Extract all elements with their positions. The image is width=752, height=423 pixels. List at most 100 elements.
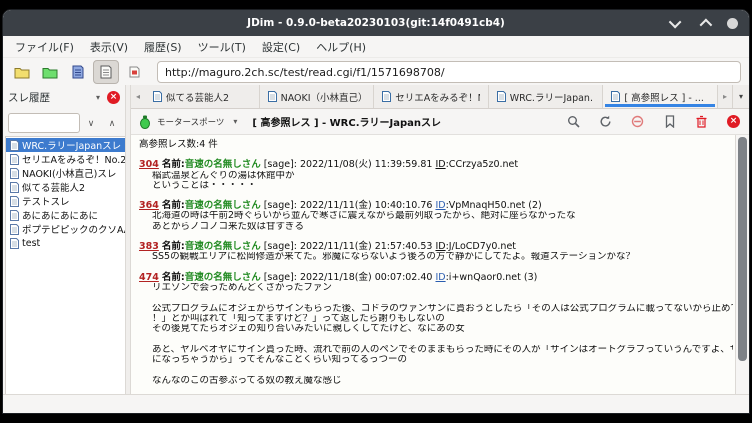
titlebar[interactable]: JDim - 0.9.0-beta20230103(git:14f0491cb4… [3, 10, 749, 36]
post-header: 364 名前:音速の名無しさん [sage]: 2022/11/11(金) 10… [139, 201, 733, 211]
thread-history-label: あにあにあにあに [22, 208, 98, 222]
reload-icon[interactable] [598, 114, 613, 129]
menu-item[interactable]: ファイル(F) [7, 37, 82, 57]
sidebar-close-icon[interactable]: × [107, 91, 120, 104]
post-list: 高参照レス数:4 件 304 名前:音速の名無しさん [sage]: 2022/… [131, 135, 735, 395]
app-window: JDim - 0.9.0-beta20230103(git:14f0491cb4… [3, 10, 749, 413]
tab-label: NAOKI（小林直己）スレ [281, 90, 366, 104]
post-name-label: 名前: [162, 241, 185, 252]
post-line: ということは・・・・・ [139, 181, 733, 191]
post-line [139, 334, 733, 344]
thread-history-label: test [22, 238, 40, 249]
tab-doc-icon [611, 91, 620, 102]
post-line: 公式プログラムにオジェからサインもらった後、コドラのヴァンサンに貰おうとしたら「… [139, 304, 733, 314]
menu-item[interactable]: ヘルプ(H) [308, 37, 374, 57]
favorite-folder-icon[interactable] [37, 60, 63, 84]
tab-strip: 似てる芸能人2 NAOKI（小林直己）スレセリエAをみるぞ！No.24... WRC… [145, 85, 718, 108]
post-name-label: 名前: [162, 200, 185, 211]
post-name-label: 名前: [162, 272, 185, 283]
thread-history-item[interactable]: セリエAをみるぞ！No.244【 [6, 152, 125, 166]
stop-icon[interactable] [630, 114, 645, 129]
tab-scroll-left-icon[interactable]: ◂ [131, 85, 145, 108]
vertical-scrollbar[interactable] [735, 135, 749, 395]
post-line: あと、ヤルベオヤにサイン貰った時、流れで前の人のペンでそのままもらった時にその人… [139, 345, 733, 355]
post-line: ！」とか叫ばれて「知ってますけど？」って返したら謝りもしないの [139, 314, 733, 324]
post-number-link[interactable]: 304 [139, 159, 159, 170]
post-line: なんなのこの古参ぶってる奴の教え魔な感じ [139, 376, 733, 386]
post-author: 音速の名無しさん [185, 200, 261, 211]
thread-doc-icon [10, 140, 19, 151]
maximize-icon[interactable] [697, 16, 711, 30]
thread-history-label: テストスレ [22, 194, 70, 208]
post-id-link[interactable]: ID [435, 272, 445, 283]
thread-tab[interactable]: NAOKI（小林直己）スレ [260, 85, 375, 108]
sidebar-header: スレ履歴 ▾ × [3, 85, 125, 110]
post-author: 音速の名無しさん [185, 159, 261, 170]
sidebar-title: スレ履歴 [8, 90, 89, 105]
post-line: 稲武温泉どんぐりの湯は休館中か [139, 171, 733, 181]
post-id-link: ID [435, 241, 445, 252]
thread-history-item[interactable]: test [6, 236, 125, 250]
sidebar-dropdown-icon[interactable]: ▾ [93, 93, 103, 102]
image-view-icon[interactable] [121, 60, 147, 84]
thread-tab[interactable]: 似てる芸能人2 [145, 85, 260, 108]
thread-tab[interactable]: WRC.ラリーJapan... [489, 85, 604, 108]
post-header: 383 名前:音速の名無しさん [sage]: 2022/11/11(金) 21… [139, 242, 733, 252]
post-line [139, 293, 733, 303]
search-next-icon[interactable]: ∨ [81, 113, 101, 133]
bookmark-icon[interactable] [662, 114, 677, 129]
thread-list-icon[interactable] [65, 60, 91, 84]
search-prev-icon[interactable]: ∧ [102, 113, 122, 133]
result-count: 高参照レス数:4 件 [139, 140, 733, 150]
thread-history-label: WRC.ラリーJapanスレ [22, 138, 121, 152]
menu-item[interactable]: 表示(V) [82, 37, 136, 57]
post-number-link[interactable]: 383 [139, 241, 159, 252]
thread-history-item[interactable]: あにあにあにあに [6, 208, 125, 222]
menu-item[interactable]: 履歴(S) [136, 37, 190, 57]
board-dropdown-icon[interactable]: ▾ [230, 117, 240, 126]
thread-history-label: 似てる芸能人2 [22, 180, 85, 194]
tab-doc-icon [382, 91, 391, 102]
sidebar: スレ履歴 ▾ × ∨ ∧ WRC.ラリーJapanスレセリエAをみるぞ！No.2… [3, 85, 125, 395]
close-window-icon[interactable] [725, 16, 739, 30]
board-list-folder-icon[interactable] [9, 60, 35, 84]
menu-item[interactable]: ツール(T) [190, 37, 254, 57]
thread-history-item[interactable]: WRC.ラリーJapanスレ [6, 138, 125, 152]
close-icon[interactable]: × [726, 114, 741, 129]
menu-item[interactable]: 設定(C) [254, 37, 308, 57]
sidebar-search: ∨ ∧ [3, 110, 125, 136]
thread-doc-icon [10, 238, 19, 249]
post-header: 474 名前:音速の名無しさん [sage]: 2022/11/18(金) 00… [139, 273, 733, 283]
tab-label: WRC.ラリーJapan... [510, 90, 595, 104]
url-bar[interactable] [157, 61, 741, 83]
tab-bar: ◂ 似てる芸能人2 NAOKI（小林直己）スレセリエAをみるぞ！No.24... W… [131, 85, 749, 109]
window-title: JDim - 0.9.0-beta20230103(git:14f0491cb4… [247, 17, 505, 29]
post-header: 304 名前:音速の名無しさん [sage]: 2022/11/08(火) 11… [139, 160, 733, 170]
thread-history-item[interactable]: ポプテピピックのクソAA [6, 222, 125, 236]
search-icon[interactable] [566, 114, 581, 129]
scrollbar-thumb[interactable] [738, 137, 747, 361]
delete-icon[interactable] [694, 114, 709, 129]
thread-tab[interactable]: [ 高参照レス ] - ... [603, 85, 718, 108]
tab-list-dropdown-icon[interactable]: ▾ [732, 85, 749, 108]
tab-label: 似てる芸能人2 [166, 90, 229, 104]
thread-tab[interactable]: セリエAをみるぞ！No.24... [374, 85, 489, 108]
tab-scroll-right-icon[interactable]: ▸ [718, 85, 732, 108]
thread-history-label: セリエAをみるぞ！No.244【 [22, 152, 125, 166]
tab-label: [ 高参照レス ] - ... [624, 90, 703, 104]
thread-toolbar: モータースポーツ ▾ [ 高参照レス ] - WRC.ラリーJapanスレ [131, 109, 749, 135]
post-line: になっちゃうから」ってそんなことくらい知ってるっつーの [139, 355, 733, 365]
status-bar [3, 394, 749, 413]
post-line: リエゾンで会っためんどくさかったファン [139, 283, 733, 293]
post-number-link[interactable]: 364 [139, 200, 159, 211]
sidebar-search-input[interactable] [8, 113, 80, 133]
thread-history-item[interactable]: テストスレ [6, 194, 125, 208]
post-line: 北海道の時は午前2時ぐらいから並んで寒さに震えながら最前列取ったから、絶対に座ら… [139, 211, 733, 221]
minimize-icon[interactable] [669, 16, 683, 30]
post-number-link[interactable]: 474 [139, 272, 159, 283]
board-name-dropdown[interactable]: モータースポーツ [157, 116, 224, 128]
thread-history-item[interactable]: NAOKI(小林直己)スレ [6, 166, 125, 180]
thread-view-icon[interactable] [93, 60, 119, 84]
thread-history-item[interactable]: 似てる芸能人2 [6, 180, 125, 194]
post-id-link[interactable]: ID [435, 200, 445, 211]
